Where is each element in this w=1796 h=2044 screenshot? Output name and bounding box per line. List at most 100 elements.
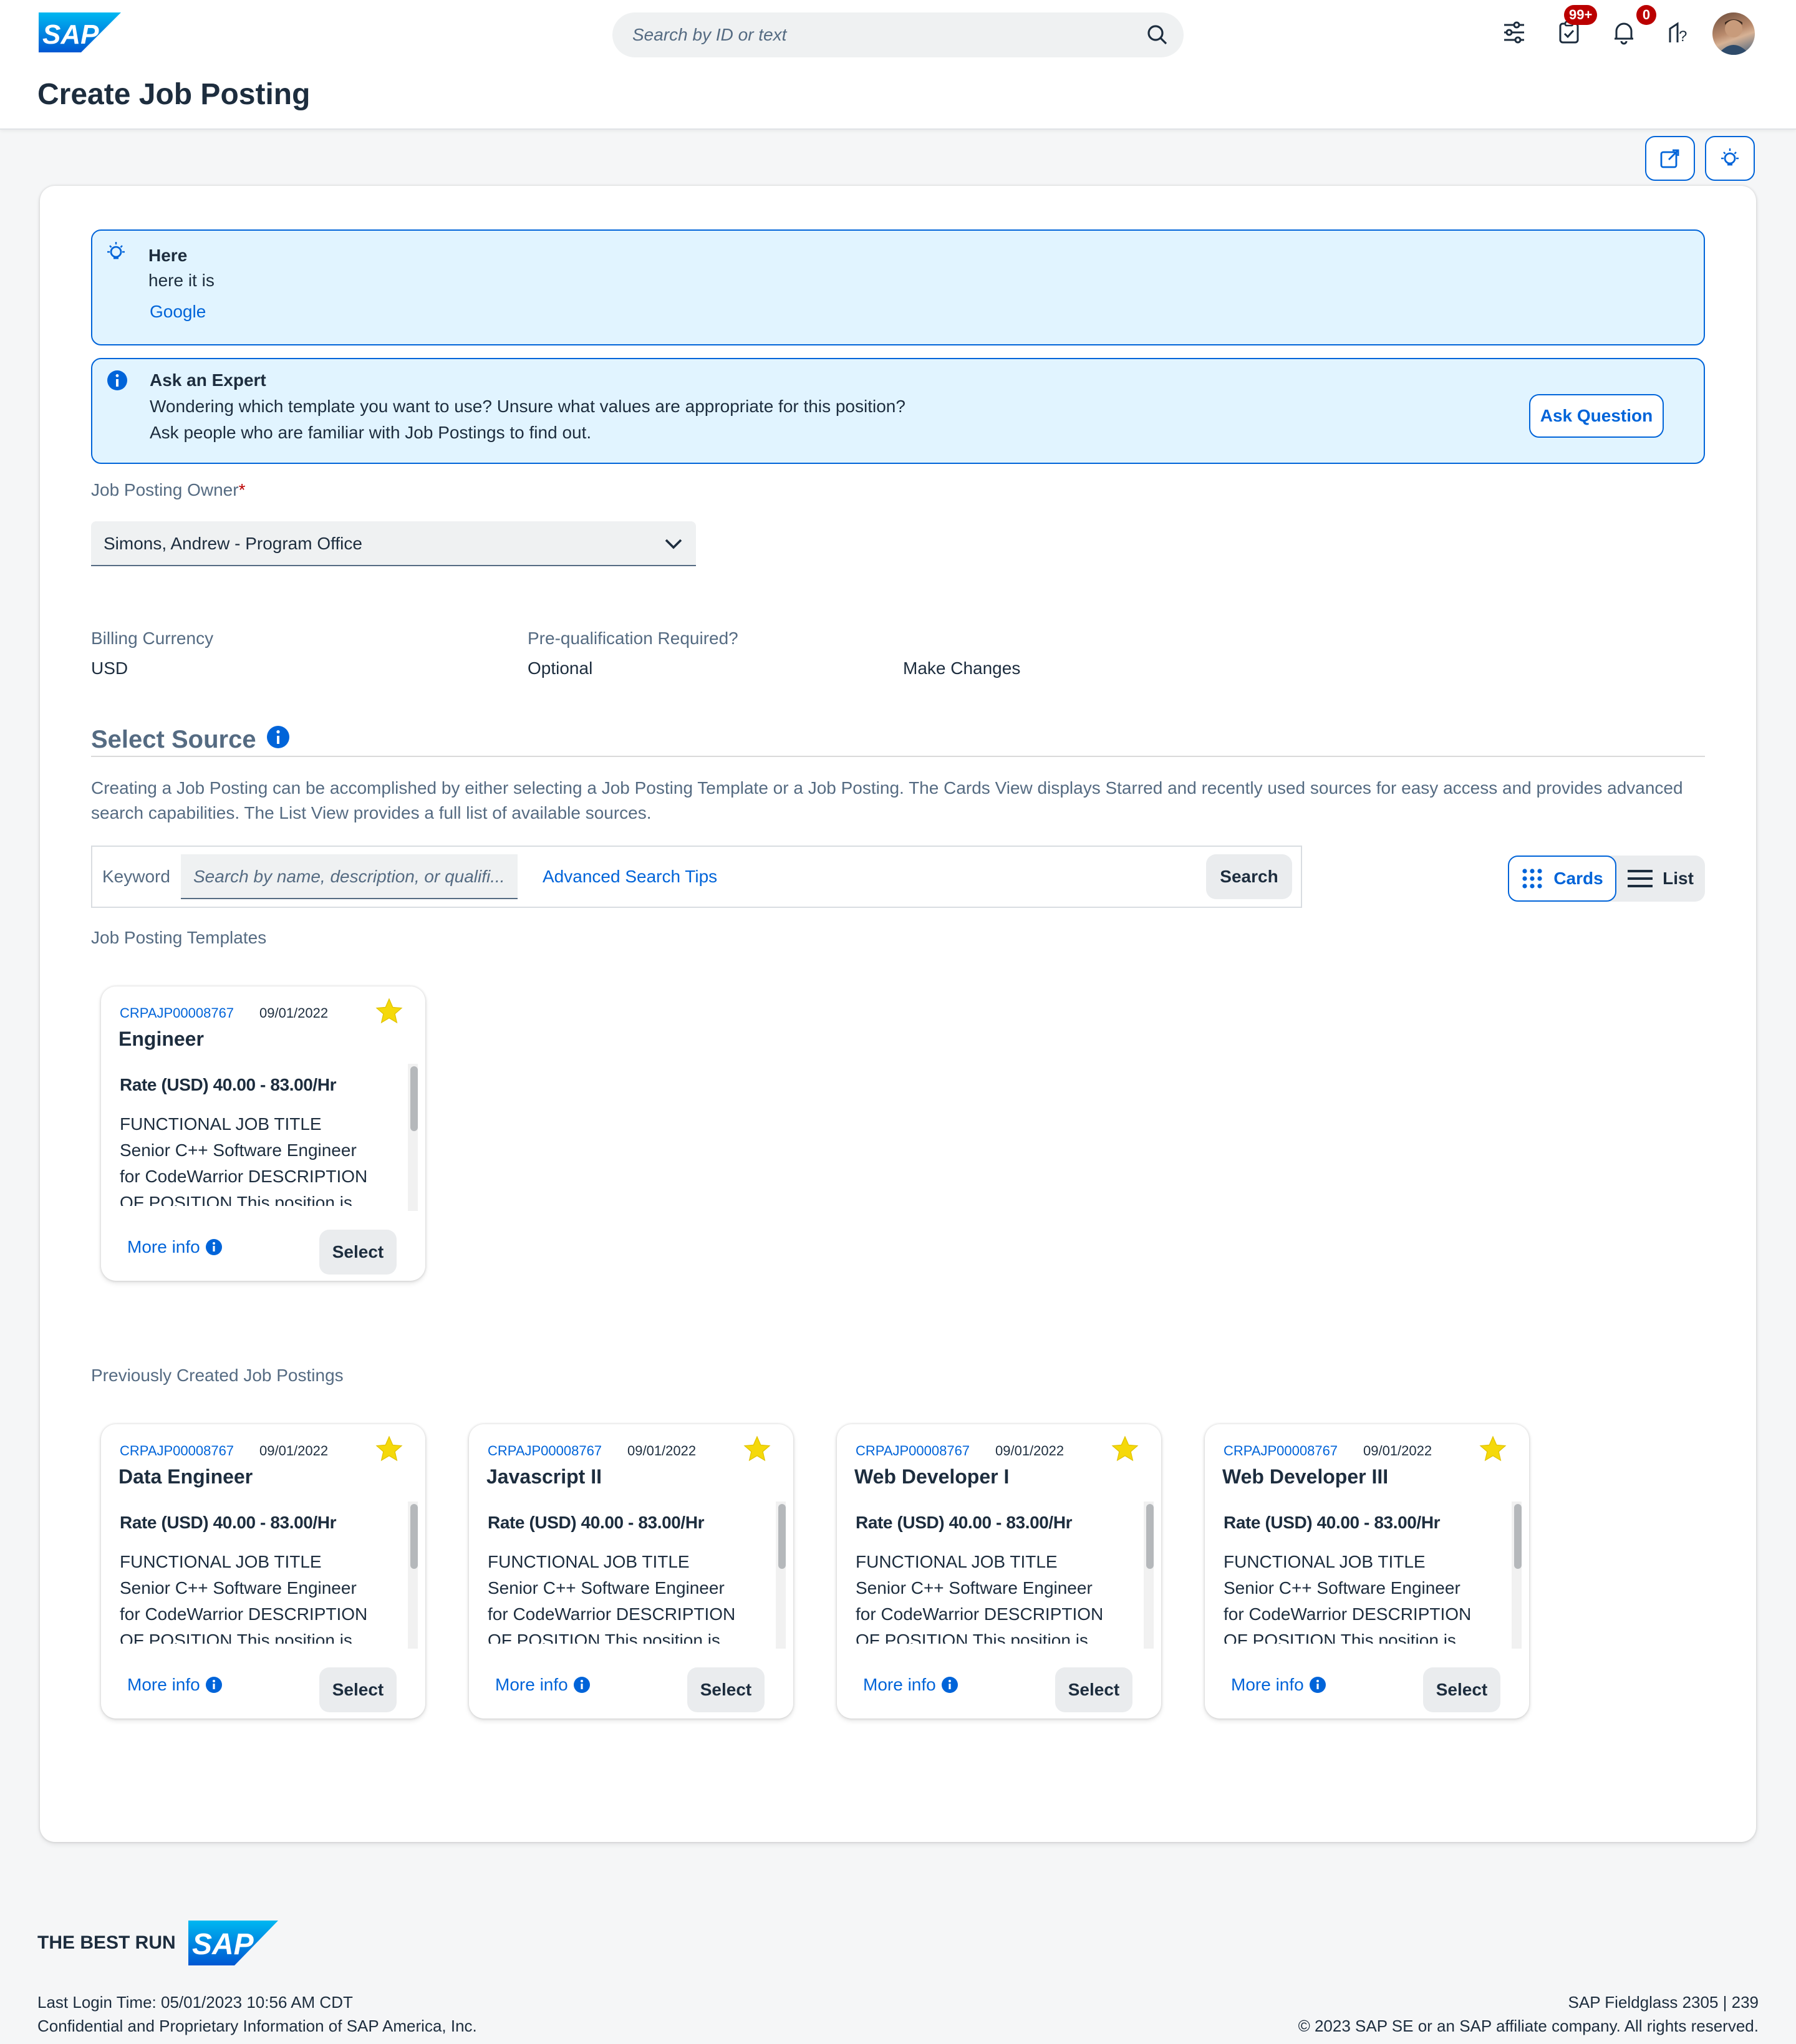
info-icon <box>107 370 127 390</box>
job-card[interactable]: CRPAJP00008767 09/01/2022 Javascript II … <box>469 1424 793 1719</box>
edit-share-icon <box>1660 149 1679 168</box>
job-card-description: FUNCTIONAL JOB TITLE Senior C++ Software… <box>120 1552 368 1644</box>
grid-icon <box>1522 869 1542 889</box>
job-card-id[interactable]: CRPAJP00008767 <box>856 1443 970 1459</box>
job-card-id[interactable]: CRPAJP00008767 <box>488 1443 602 1459</box>
page-title: Create Job Posting <box>37 78 311 111</box>
job-card-date: 09/01/2022 <box>1363 1443 1432 1458</box>
global-search-input[interactable] <box>612 12 1111 57</box>
job-card-rate: Rate (USD) 40.00 - 83.00/Hr <box>1224 1513 1441 1532</box>
sap-footer-logo-text: SAP <box>192 1928 254 1961</box>
previously-created-label: Previously Created Job Postings <box>91 1366 344 1385</box>
job-card-title: Javascript II <box>486 1465 602 1488</box>
job-card-date: 09/01/2022 <box>259 1443 329 1458</box>
select-button[interactable]: Select <box>1055 1667 1132 1712</box>
list-view-button[interactable]: List <box>1616 856 1705 902</box>
cards-view-button[interactable]: Cards <box>1508 856 1616 902</box>
job-card[interactable]: CRPAJP00008767 09/01/2022 Web Developer … <box>1205 1424 1529 1719</box>
settings-sliders-icon[interactable] <box>1499 17 1529 47</box>
select-button[interactable]: Select <box>687 1667 765 1712</box>
last-login-text: Last Login Time: 05/01/2023 10:56 AM CDT <box>37 1993 353 2012</box>
job-card-description: FUNCTIONAL JOB TITLE Senior C++ Software… <box>120 1114 368 1206</box>
scrollbar-thumb[interactable] <box>1514 1504 1522 1569</box>
job-card[interactable]: CRPAJP00008767 09/01/2022 Web Developer … <box>837 1424 1161 1719</box>
keyword-search-bar: Keyword Advanced Search Tips <box>91 846 1302 908</box>
required-mark: * <box>238 480 246 499</box>
keyword-search-input[interactable] <box>181 854 518 899</box>
info-strip-title: Here <box>148 246 188 265</box>
more-info-link[interactable]: More info <box>495 1675 591 1695</box>
billing-currency-label: Billing Currency <box>91 629 214 648</box>
more-info-link[interactable]: More info <box>127 1675 223 1695</box>
info-icon <box>205 1239 222 1255</box>
job-card-date: 09/01/2022 <box>995 1443 1065 1458</box>
select-button[interactable]: Select <box>1423 1667 1500 1712</box>
scrollbar-thumb[interactable] <box>410 1066 418 1131</box>
sap-logo[interactable]: SAP <box>39 12 121 52</box>
job-card-rate: Rate (USD) 40.00 - 83.00/Hr <box>120 1513 337 1532</box>
job-card-rate: Rate (USD) 40.00 - 83.00/Hr <box>120 1075 337 1094</box>
more-info-link[interactable]: More info <box>863 1675 958 1695</box>
sap-footer-logo: SAP <box>188 1921 278 1965</box>
info-icon <box>573 1677 590 1693</box>
info-icon[interactable] <box>266 725 291 750</box>
google-link[interactable]: Google <box>150 302 206 322</box>
info-icon <box>1309 1677 1326 1693</box>
confidential-text: Confidential and Proprietary Information… <box>37 2017 477 2035</box>
star-icon[interactable] <box>375 1435 403 1463</box>
notifications-bell-icon[interactable] <box>1609 17 1639 47</box>
tips-button[interactable] <box>1705 136 1755 181</box>
list-view-label: List <box>1663 869 1694 888</box>
job-card-description: FUNCTIONAL JOB TITLE Senior C++ Software… <box>488 1552 736 1644</box>
user-avatar[interactable] <box>1712 12 1755 55</box>
job-posting-owner-label: Job Posting Owner* <box>91 480 245 500</box>
job-posting-templates-label: Job Posting Templates <box>91 928 267 947</box>
billing-currency-value: USD <box>91 658 128 678</box>
more-info-link[interactable]: More info <box>1231 1675 1326 1695</box>
more-info-link[interactable]: More info <box>127 1237 223 1257</box>
ask-expert-line2: Ask people who are familiar with Job Pos… <box>150 423 592 442</box>
chevron-down-icon[interactable] <box>664 534 683 554</box>
select-button[interactable]: Select <box>319 1230 397 1275</box>
search-button[interactable]: Search <box>1206 854 1292 899</box>
select-button[interactable]: Select <box>319 1667 397 1712</box>
job-card-id[interactable]: CRPAJP00008767 <box>120 1443 234 1459</box>
more-info-text: More info <box>127 1237 200 1256</box>
help-icon[interactable]: ? <box>1664 17 1694 47</box>
lightbulb-icon <box>107 242 125 259</box>
star-icon[interactable] <box>1111 1435 1139 1463</box>
scrollbar-thumb[interactable] <box>778 1504 786 1569</box>
best-run-text: THE BEST RUN <box>37 1932 176 1953</box>
job-card-id[interactable]: CRPAJP00008767 <box>120 1005 234 1021</box>
ask-question-button[interactable]: Ask Question <box>1529 394 1664 438</box>
job-card-description: FUNCTIONAL JOB TITLE Senior C++ Software… <box>856 1552 1104 1644</box>
advanced-search-tips-link[interactable]: Advanced Search Tips <box>543 867 717 887</box>
star-icon[interactable] <box>1479 1435 1507 1463</box>
edit-share-button[interactable] <box>1645 136 1695 181</box>
more-info-text: More info <box>1231 1675 1304 1694</box>
ask-expert-strip: Ask an Expert Wondering which template y… <box>91 358 1705 464</box>
job-card[interactable]: CRPAJP00008767 09/01/2022 Engineer Rate … <box>101 986 425 1281</box>
more-info-text: More info <box>863 1675 936 1694</box>
keyword-input-wrapper[interactable] <box>181 854 518 899</box>
scrollbar-thumb[interactable] <box>1146 1504 1154 1569</box>
job-card[interactable]: CRPAJP00008767 09/01/2022 Data Engineer … <box>101 1424 425 1719</box>
job-card-id[interactable]: CRPAJP00008767 <box>1224 1443 1338 1459</box>
make-changes-link[interactable]: Make Changes <box>903 658 1020 678</box>
job-card-title: Data Engineer <box>118 1465 253 1488</box>
info-icon <box>205 1677 222 1693</box>
global-search[interactable] <box>612 12 1184 57</box>
keyword-label: Keyword <box>102 867 170 886</box>
star-icon[interactable] <box>743 1435 771 1463</box>
scrollbar-thumb[interactable] <box>410 1504 418 1569</box>
footer-branding: THE BEST RUN SAP <box>37 1921 278 1965</box>
job-card-rate: Rate (USD) 40.00 - 83.00/Hr <box>488 1513 705 1532</box>
job-card-title: Engineer <box>118 1028 204 1050</box>
copyright-text: © 2023 SAP SE or an SAP affiliate compan… <box>1298 2017 1759 2035</box>
search-icon[interactable] <box>1146 24 1169 46</box>
job-card-rate: Rate (USD) 40.00 - 83.00/Hr <box>856 1513 1073 1532</box>
more-info-text: More info <box>495 1675 568 1694</box>
star-icon[interactable] <box>375 998 403 1025</box>
job-posting-owner-select[interactable]: Simons, Andrew - Program Office <box>91 521 696 566</box>
info-message-strip: Here here it is Google <box>91 229 1705 345</box>
